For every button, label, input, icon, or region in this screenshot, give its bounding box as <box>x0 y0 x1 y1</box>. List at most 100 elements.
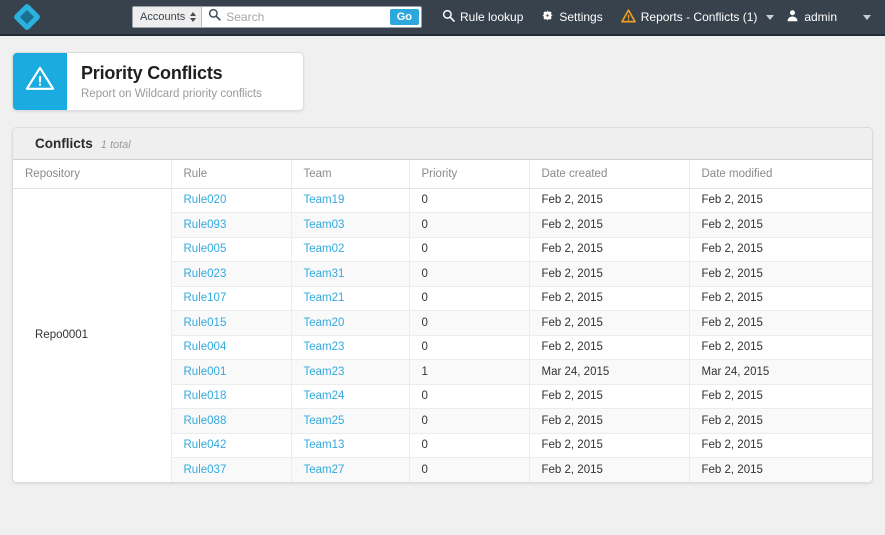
cell-team: Team23 <box>291 359 410 385</box>
cell-rule-link[interactable]: Rule005 <box>184 243 227 255</box>
cell-date-created: Feb 2, 2015 <box>529 457 690 482</box>
cell-rule: Rule018 <box>171 384 292 409</box>
cell-date-modified: Feb 2, 2015 <box>689 261 872 287</box>
cell-date-modified: Feb 2, 2015 <box>689 188 872 213</box>
cell-priority: 0 <box>409 188 530 213</box>
cell-rule-link[interactable]: Rule018 <box>184 390 227 402</box>
cell-team: Team31 <box>291 261 410 287</box>
cell-date-created: Feb 2, 2015 <box>529 261 690 287</box>
cell-priority: 0 <box>409 408 530 434</box>
table-header: Repository Rule Team Priority Date creat… <box>13 159 872 189</box>
cell-rule: Rule005 <box>171 237 292 262</box>
cell-team: Team19 <box>291 188 410 213</box>
cell-team: Team21 <box>291 286 410 311</box>
cell-rule: Rule004 <box>171 335 292 360</box>
cell-team: Team02 <box>291 237 410 262</box>
top-navigation-bar: Accounts Go Rule lookup <box>0 0 885 36</box>
cell-rule-link[interactable]: Rule042 <box>184 439 227 451</box>
cell-team-link[interactable]: Team21 <box>304 292 345 304</box>
cell-rule-link[interactable]: Rule020 <box>184 194 227 206</box>
page-title: Priority Conflicts <box>81 63 223 83</box>
user-menu-label: admin <box>804 10 837 24</box>
cell-team: Team27 <box>291 457 410 482</box>
search-go-button[interactable]: Go <box>389 9 419 25</box>
cell-rule-link[interactable]: Rule023 <box>184 268 227 280</box>
cell-priority: 0 <box>409 212 530 238</box>
column-header-team[interactable]: Team <box>291 159 410 189</box>
cell-team: Team20 <box>291 310 410 336</box>
cell-rule: Rule107 <box>171 286 292 311</box>
chevron-down-icon[interactable] <box>863 14 871 20</box>
page-title-icon-box <box>13 53 67 110</box>
nav-settings-label: Settings <box>559 10 603 24</box>
cell-team-link[interactable]: Team19 <box>304 194 345 206</box>
cell-team-link[interactable]: Team31 <box>304 268 345 280</box>
cell-priority: 0 <box>409 261 530 287</box>
nav-rule-lookup[interactable]: Rule lookup <box>442 9 523 25</box>
cell-team-link[interactable]: Team23 <box>304 366 345 378</box>
cell-date-created: Feb 2, 2015 <box>529 433 690 458</box>
cell-team-link[interactable]: Team02 <box>304 243 345 255</box>
nav-reports-conflicts[interactable]: Reports - Conflicts (1) <box>620 8 775 26</box>
conflicts-total-count: 1 total <box>100 138 131 151</box>
page-content: Priority Conflicts Report on Wildcard pr… <box>0 36 885 111</box>
cell-date-modified: Feb 2, 2015 <box>689 237 872 262</box>
cell-date-modified: Feb 2, 2015 <box>689 384 872 409</box>
conflicts-table-card: Conflicts 1 total Repository Rule Team P… <box>12 126 873 483</box>
cell-rule-link[interactable]: Rule088 <box>184 415 227 427</box>
warning-triangle-icon <box>620 8 636 26</box>
table-row: Repo0001 Rule020 Team19 0 Feb 2, 2015 Feb 2, … <box>13 188 872 482</box>
user-menu[interactable]: admin <box>786 9 837 25</box>
cell-team: Team03 <box>291 212 410 238</box>
column-header-date-created[interactable]: Date created <box>529 159 690 189</box>
column-header-priority[interactable]: Priority <box>409 159 530 189</box>
cell-rule-link[interactable]: Rule037 <box>184 464 227 476</box>
cell-priority: 0 <box>409 384 530 409</box>
search-scope-select[interactable]: Accounts <box>133 7 203 27</box>
cell-team-link[interactable]: Team27 <box>304 464 345 476</box>
cell-date-modified: Feb 2, 2015 <box>689 286 872 311</box>
cell-priority: 0 <box>409 335 530 360</box>
cell-rule-link[interactable]: Rule107 <box>184 292 227 304</box>
cell-rule: Rule093 <box>171 212 292 238</box>
cell-date-modified: Feb 2, 2015 <box>689 335 872 360</box>
cell-team-link[interactable]: Team25 <box>304 415 345 427</box>
cell-team: Team23 <box>291 335 410 360</box>
cell-rule-link[interactable]: Rule093 <box>184 219 227 231</box>
column-header-rule[interactable]: Rule <box>171 159 292 189</box>
user-icon <box>786 9 799 25</box>
cell-rule-link[interactable]: Rule001 <box>184 366 227 378</box>
cell-team: Team25 <box>291 408 410 434</box>
cell-date-modified: Feb 2, 2015 <box>689 457 872 482</box>
column-header-date-modified[interactable]: Date modified <box>689 159 872 189</box>
cell-rule-link[interactable]: Rule004 <box>184 341 227 353</box>
cell-rule-link[interactable]: Rule015 <box>184 317 227 329</box>
search-icon <box>442 9 455 25</box>
nav-settings[interactable]: Settings <box>541 9 603 25</box>
conflicts-card-title: Conflicts <box>35 135 93 151</box>
search-field-wrap <box>202 7 387 27</box>
app-logo[interactable] <box>0 0 54 35</box>
cell-team: Team13 <box>291 433 410 458</box>
cell-priority: 0 <box>409 457 530 482</box>
cell-team-link[interactable]: Team03 <box>304 219 345 231</box>
cell-date-created: Feb 2, 2015 <box>529 188 690 213</box>
cell-priority: 0 <box>409 433 530 458</box>
cell-rule: Rule088 <box>171 408 292 434</box>
cell-date-created: Mar 24, 2015 <box>529 359 690 385</box>
cell-rule: Rule023 <box>171 261 292 287</box>
column-header-repository[interactable]: Repository <box>13 159 172 189</box>
cell-date-created: Feb 2, 2015 <box>529 286 690 311</box>
cell-team-link[interactable]: Team20 <box>304 317 345 329</box>
cell-date-created: Feb 2, 2015 <box>529 408 690 434</box>
cell-team-link[interactable]: Team23 <box>304 341 345 353</box>
chevron-down-icon[interactable] <box>766 14 775 20</box>
cell-team-link[interactable]: Team13 <box>304 439 345 451</box>
cell-team: Team24 <box>291 384 410 409</box>
conflicts-card-header: Conflicts 1 total <box>13 127 872 160</box>
cell-rule: Rule015 <box>171 310 292 336</box>
cell-date-modified: Feb 2, 2015 <box>689 408 872 434</box>
cell-team-link[interactable]: Team24 <box>304 390 345 402</box>
gear-icon <box>541 9 554 25</box>
search-input[interactable] <box>226 10 382 24</box>
